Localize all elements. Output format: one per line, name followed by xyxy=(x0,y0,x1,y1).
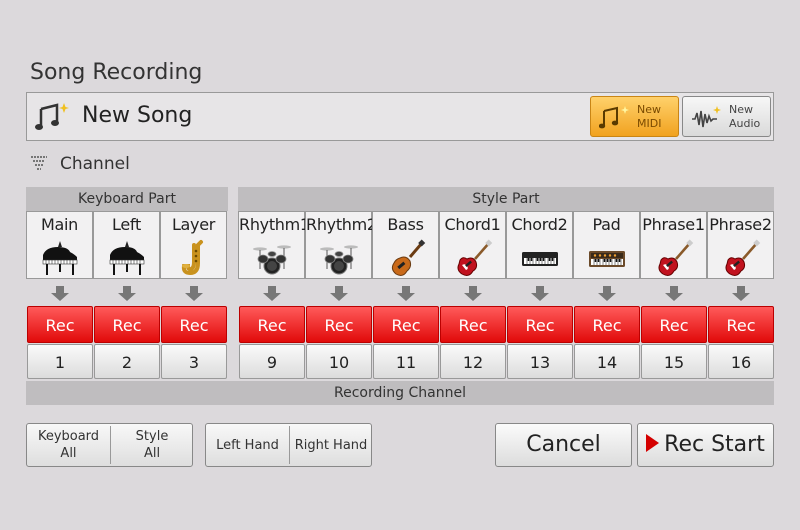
down-arrow-icon xyxy=(573,286,640,302)
recording-channel-label: Recording Channel xyxy=(26,381,774,405)
part-name: Rhythm1 xyxy=(239,215,310,234)
part-name: Pad xyxy=(592,215,621,234)
electric-guitar-icon xyxy=(725,239,760,276)
drum-kit-icon xyxy=(319,245,358,275)
part-name: Rhythm2 xyxy=(306,215,377,234)
channel-select-12[interactable]: 12 xyxy=(440,344,506,379)
channel-select-15[interactable]: 15 xyxy=(641,344,707,379)
channel-select-13[interactable]: 13 xyxy=(507,344,573,379)
electric-guitar-icon xyxy=(457,239,492,276)
down-arrow-icon xyxy=(372,286,439,302)
rec-button-10[interactable]: Rec xyxy=(306,306,372,343)
channel-select-1[interactable]: 1 xyxy=(27,344,93,379)
down-arrow-icon xyxy=(506,286,573,302)
channel-select-3[interactable]: 3 xyxy=(161,344,227,379)
down-arrow-icon xyxy=(160,286,227,302)
music-note-sparkle-icon xyxy=(599,106,629,129)
part-bass: Bass xyxy=(372,211,439,279)
part-left: Left xyxy=(93,211,160,279)
down-arrow-icon xyxy=(640,286,707,302)
rec-button-15[interactable]: Rec xyxy=(641,306,707,343)
new-midi-line2: MIDI xyxy=(637,117,662,130)
rec-button-12[interactable]: Rec xyxy=(440,306,506,343)
new-audio-button[interactable]: New Audio xyxy=(682,96,771,137)
down-arrow-icon xyxy=(26,286,93,302)
keyboard-all-button[interactable]: Keyboard All xyxy=(27,424,110,466)
style-part-header: Style Part xyxy=(238,187,774,211)
song-name-bar: New Song New MIDI New Audio xyxy=(26,92,774,141)
channel-select-14[interactable]: 14 xyxy=(574,344,640,379)
new-audio-line1: New xyxy=(729,103,753,116)
down-arrow-icon xyxy=(238,286,305,302)
keyboard-icon xyxy=(521,252,558,266)
play-icon xyxy=(646,434,660,452)
part-name: Chord1 xyxy=(444,215,501,234)
rec-start-button[interactable]: Rec Start xyxy=(637,423,774,467)
keyboard-all-line2: All xyxy=(60,446,77,461)
part-select-group: Keyboard All Style All xyxy=(26,423,193,467)
part-rhythm1: Rhythm1 xyxy=(238,211,310,279)
part-name: Main xyxy=(41,215,78,234)
keyboard-part-header: Keyboard Part xyxy=(26,187,228,211)
part-phrase1: Phrase1 xyxy=(640,211,707,279)
part-name: Phrase2 xyxy=(709,215,772,234)
electric-guitar-icon xyxy=(658,239,693,276)
style-all-button[interactable]: Style All xyxy=(111,424,193,466)
down-arrow-icon xyxy=(707,286,774,302)
down-arrow-icon xyxy=(439,286,506,302)
bass-guitar-icon xyxy=(391,239,425,276)
rec-button-1[interactable]: Rec xyxy=(27,306,93,343)
new-audio-line2: Audio xyxy=(729,117,761,130)
music-note-sparkle-icon xyxy=(35,103,69,130)
channel-select-16[interactable]: 16 xyxy=(708,344,774,379)
grand-piano-icon xyxy=(109,241,144,275)
rec-button-3[interactable]: Rec xyxy=(161,306,227,343)
left-hand-button[interactable]: Left Hand xyxy=(206,424,289,466)
keyboard-all-line1: Keyboard xyxy=(37,429,100,444)
rec-button-16[interactable]: Rec xyxy=(708,306,774,343)
channel-select-2[interactable]: 2 xyxy=(94,344,160,379)
grand-piano-icon xyxy=(42,241,77,275)
rec-button-14[interactable]: Rec xyxy=(574,306,640,343)
part-chord2: Chord2 xyxy=(506,211,573,279)
style-all-line1: Style xyxy=(135,429,169,444)
waveform-sparkle-icon xyxy=(692,106,721,128)
part-name: Chord2 xyxy=(511,215,568,234)
down-arrow-icon xyxy=(305,286,372,302)
saxophone-icon xyxy=(181,240,203,276)
drum-kit-icon xyxy=(252,245,291,275)
channel-select-10[interactable]: 10 xyxy=(306,344,372,379)
rec-start-label: Rec Start xyxy=(664,432,765,457)
channel-select-11[interactable]: 11 xyxy=(373,344,439,379)
rec-button-13[interactable]: Rec xyxy=(507,306,573,343)
part-name: Left xyxy=(112,215,141,234)
rec-button-11[interactable]: Rec xyxy=(373,306,439,343)
style-all-line2: All xyxy=(143,446,161,461)
hand-select-group: Left Hand Right Hand xyxy=(205,423,372,467)
part-main: Main xyxy=(26,211,93,279)
new-midi-button[interactable]: New MIDI xyxy=(590,96,679,137)
cancel-button[interactable]: Cancel xyxy=(495,423,632,467)
part-name: Bass xyxy=(387,215,424,234)
part-pad: Pad xyxy=(573,211,640,279)
part-chord1: Chord1 xyxy=(439,211,506,279)
down-arrow-icon xyxy=(93,286,160,302)
part-phrase2: Phrase2 xyxy=(707,211,774,279)
new-midi-line1: New xyxy=(637,103,661,116)
rec-button-9[interactable]: Rec xyxy=(239,306,305,343)
channel-select-9[interactable]: 9 xyxy=(239,344,305,379)
part-name: Phrase1 xyxy=(642,215,705,234)
part-rhythm2: Rhythm2 xyxy=(305,211,377,279)
dialog-title: Song Recording xyxy=(30,60,203,85)
song-name: New Song xyxy=(82,103,193,128)
part-name: Layer xyxy=(171,215,216,234)
part-layer: Layer xyxy=(160,211,227,279)
channel-label: Channel xyxy=(60,154,130,174)
cancel-label: Cancel xyxy=(526,432,601,457)
channel-collapse-icon[interactable] xyxy=(30,156,48,170)
synthesizer-icon xyxy=(588,251,625,267)
right-hand-button[interactable]: Right Hand xyxy=(290,424,372,466)
rec-button-2[interactable]: Rec xyxy=(94,306,160,343)
